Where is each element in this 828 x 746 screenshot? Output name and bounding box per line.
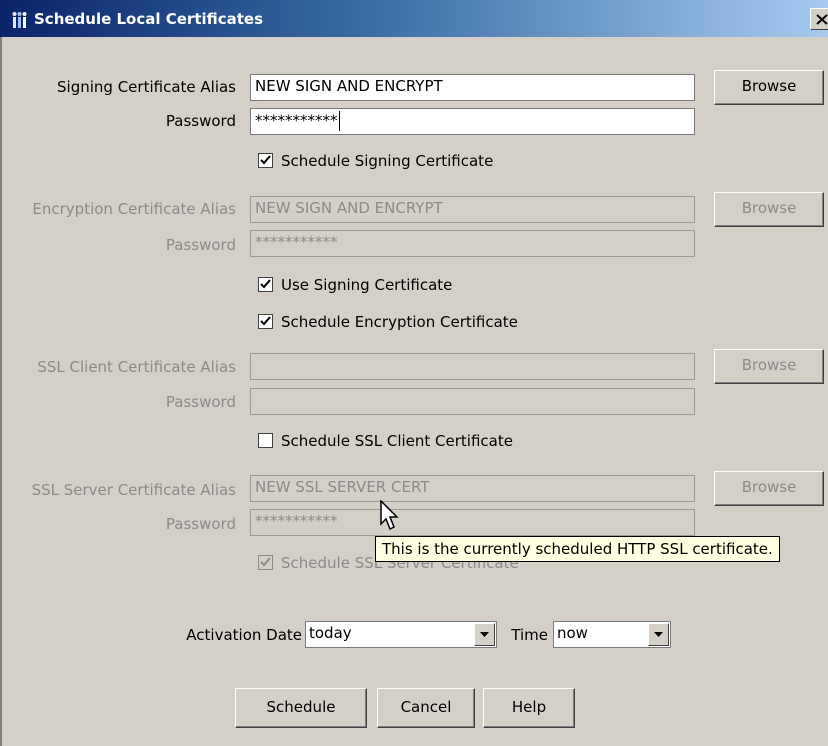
window-frame (0, 37, 2, 746)
title-bar[interactable]: Schedule Local Certificates (0, 0, 828, 37)
encryption-browse-button[interactable]: Browse (714, 192, 824, 227)
ssl-client-browse-button[interactable]: Browse (714, 349, 824, 384)
ssl-client-alias-field[interactable] (250, 353, 695, 380)
activation-date-label: Activation Date (186, 626, 302, 644)
checkbox-box[interactable] (258, 153, 273, 168)
schedule-ssl-client-label: Schedule SSL Client Certificate (281, 432, 513, 450)
time-value: now (557, 624, 588, 642)
checkmark-icon (260, 557, 271, 567)
encryption-password-field[interactable]: *********** (250, 230, 695, 257)
encryption-alias-label: Encryption Certificate Alias (32, 200, 236, 218)
time-select[interactable]: now (553, 621, 671, 648)
encryption-alias-field[interactable]: NEW SIGN AND ENCRYPT (250, 196, 695, 223)
close-button[interactable] (810, 8, 828, 30)
close-icon (816, 14, 828, 25)
signing-alias-label: Signing Certificate Alias (57, 78, 236, 96)
cancel-button[interactable]: Cancel (377, 688, 475, 728)
signing-alias-field[interactable]: NEW SIGN AND ENCRYPT (250, 74, 695, 101)
text-caret (338, 111, 340, 131)
checkbox-box[interactable] (258, 314, 273, 329)
ssl-client-password-label: Password (165, 393, 236, 411)
dropdown-button[interactable] (474, 623, 495, 646)
ssl-server-alias-field[interactable]: NEW SSL SERVER CERT (250, 475, 695, 502)
encryption-password-label: Password (165, 236, 236, 254)
schedule-encryption-label: Schedule Encryption Certificate (281, 313, 518, 331)
checkbox-box[interactable] (258, 277, 273, 292)
schedule-signing-label: Schedule Signing Certificate (281, 152, 494, 170)
checkmark-icon (260, 155, 271, 165)
checkmark-icon (260, 279, 271, 289)
activation-date-select[interactable]: today (305, 621, 497, 648)
signing-password-field[interactable]: *********** (250, 108, 695, 135)
schedule-button[interactable]: Schedule (235, 688, 367, 728)
app-icon (12, 11, 30, 29)
dropdown-button[interactable] (648, 623, 669, 646)
tooltip: This is the currently scheduled HTTP SSL… (375, 536, 780, 562)
checkmark-icon (260, 316, 271, 326)
checkbox-box[interactable] (258, 555, 273, 570)
use-signing-label: Use Signing Certificate (281, 276, 453, 294)
dialog-window: Schedule Local Certificates Signing Cert… (0, 0, 828, 746)
dropdown-arrow-icon (480, 632, 489, 637)
window-title: Schedule Local Certificates (34, 10, 264, 28)
ssl-server-password-label: Password (165, 515, 236, 533)
activation-date-value: today (309, 624, 352, 642)
ssl-server-browse-button[interactable]: Browse (714, 471, 824, 506)
mouse-pointer-icon (380, 500, 399, 531)
signing-browse-button[interactable]: Browse (714, 70, 824, 105)
help-button[interactable]: Help (483, 688, 575, 728)
ssl-client-alias-label: SSL Client Certificate Alias (37, 358, 236, 376)
ssl-server-alias-label: SSL Server Certificate Alias (31, 481, 236, 499)
signing-password-label: Password (165, 112, 236, 130)
dropdown-arrow-icon (654, 632, 663, 637)
checkbox-box[interactable] (258, 433, 273, 448)
signing-password-value: *********** (255, 111, 338, 130)
time-label: Time (511, 626, 548, 644)
ssl-client-password-field[interactable] (250, 388, 695, 415)
ssl-server-password-field[interactable]: *********** (250, 509, 695, 536)
